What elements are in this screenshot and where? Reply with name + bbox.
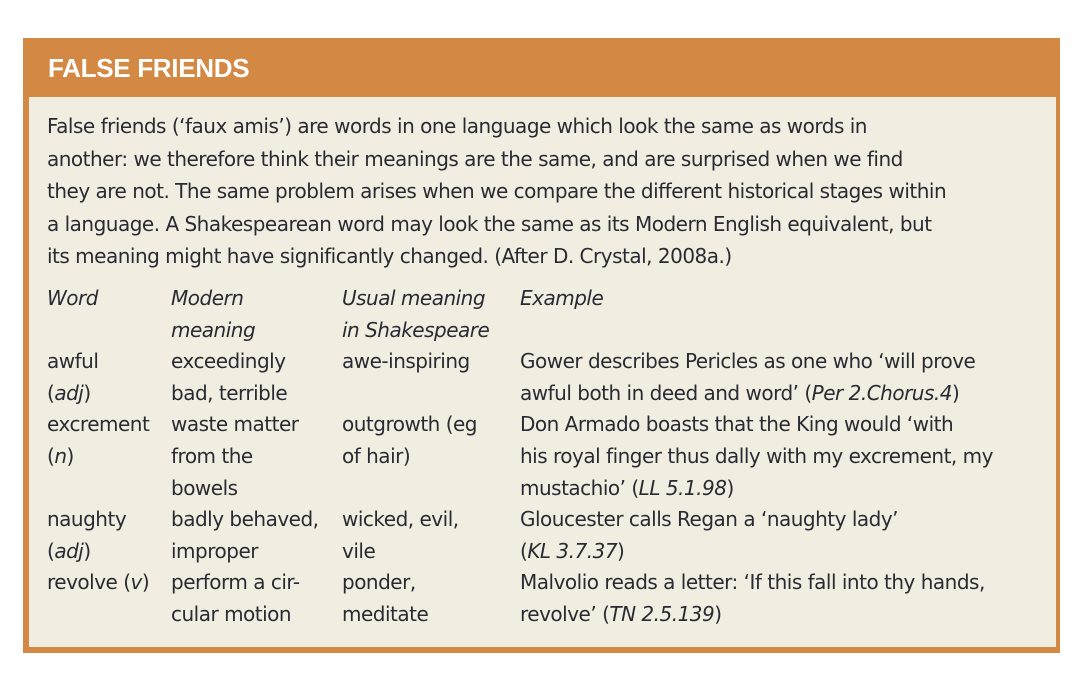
- word-term: naughty: [47, 507, 127, 532]
- cell-shakespeare-meaning: awe-inspiring: [342, 346, 520, 409]
- play-reference: TN 2.5.139: [609, 601, 715, 626]
- part-of-speech-abbrev: n: [54, 443, 67, 468]
- modern-meaning-line: improper: [171, 538, 258, 563]
- cell-word: naughty (adj): [47, 504, 171, 567]
- shakespeare-meaning-line: ponder,: [342, 570, 416, 595]
- example-line: Gloucester calls Regan a ‘naughty lady’: [520, 507, 899, 532]
- word-term: awful: [47, 349, 99, 374]
- header-usual-meaning: Usual meaning in Shakespeare: [342, 286, 490, 342]
- example-line: mustachio’ (LL 5.1.98): [520, 475, 734, 500]
- shakespeare-meaning-line: awe-inspiring: [342, 349, 470, 374]
- cell-word: revolve (v): [47, 567, 171, 630]
- table-row: naughty (adj) badly behaved, improper wicked…: [47, 504, 1057, 567]
- intro-line: False friends (‘faux amis’) are words in…: [47, 114, 867, 138]
- example-line: his royal finger thus dally with my excr…: [520, 443, 993, 468]
- cell-shakespeare-meaning: wicked, evil, vile: [342, 504, 520, 567]
- modern-meaning-line: perform a cir-: [171, 570, 300, 595]
- intro-line: a language. A Shakespearean word may loo…: [47, 211, 932, 236]
- header-example: Example: [520, 286, 604, 310]
- example-line: (KL 3.7.37): [520, 538, 625, 563]
- intro-paragraph: False friends (‘faux amis’) are words in…: [47, 110, 1057, 273]
- cell-modern-meaning: perform a cir-cular motion: [171, 567, 342, 630]
- word-term: excrement: [47, 412, 150, 437]
- play-reference: LL 5.1.98: [638, 475, 727, 500]
- example-line: revolve’ (TN 2.5.139): [520, 601, 722, 626]
- intro-line: another: we therefore think their meanin…: [47, 146, 903, 171]
- false-friends-panel: FALSE FRIENDS False friends (‘faux amis’…: [23, 38, 1060, 653]
- modern-meaning-line: cular motion: [171, 601, 292, 626]
- cell-modern-meaning: badly behaved, improper: [171, 504, 342, 567]
- cell-word: awful (adj): [47, 346, 171, 409]
- part-of-speech: (adj): [47, 380, 91, 405]
- table-body: awful (adj) exceedingly bad, terrible awe-in…: [47, 346, 1057, 630]
- panel-body: False friends (‘faux amis’) are words in…: [29, 97, 1056, 647]
- header-modern-meaning: Modern meaning: [171, 286, 256, 342]
- example-line: Malvolio reads a letter: ‘If this fall i…: [520, 570, 985, 595]
- cell-shakespeare-meaning: outgrowth (eg of hair): [342, 409, 520, 504]
- intro-line: they are not. The same problem arises wh…: [47, 179, 947, 204]
- shakespeare-meaning-line: vile: [342, 538, 376, 563]
- modern-meaning-line: exceedingly: [171, 349, 286, 374]
- part-of-speech-abbrev: v: [130, 570, 143, 595]
- cell-example: Don Armado boasts that the King would ‘w…: [520, 409, 1057, 504]
- shakespeare-meaning-line: meditate: [342, 601, 429, 626]
- part-of-speech: (adj): [47, 538, 91, 563]
- table-header-row: Word Modern meaning Usual meaning in Sha…: [47, 283, 1057, 346]
- modern-meaning-line: waste matter: [171, 412, 299, 437]
- cell-word: excrement (n): [47, 409, 171, 504]
- cell-modern-meaning: exceedingly bad, terrible: [171, 346, 342, 409]
- cell-example: Gower describes Pericles as one who ‘wil…: [520, 346, 1057, 409]
- table-row: revolve (v) perform a cir-cular motion pon…: [47, 567, 1057, 630]
- false-friends-table: Word Modern meaning Usual meaning in Sha…: [47, 283, 1057, 631]
- modern-meaning-line: bad, terrible: [171, 380, 288, 405]
- table-row: excrement (n) waste matter from the bowels ou…: [47, 409, 1057, 504]
- header-word: Word: [47, 286, 98, 310]
- intro-line: its meaning might have significantly cha…: [47, 244, 732, 269]
- play-reference: Per 2.Chorus.4: [811, 380, 953, 405]
- example-line: awful both in deed and word’ (Per 2.Chor…: [520, 380, 960, 405]
- part-of-speech-abbrev: adj: [54, 538, 84, 563]
- cell-example: Gloucester calls Regan a ‘naughty lady’ (…: [520, 504, 1057, 567]
- shakespeare-meaning-line: wicked, evil,: [342, 507, 459, 532]
- modern-meaning-line: bowels: [171, 475, 238, 500]
- shakespeare-meaning-line: outgrowth (eg: [342, 412, 478, 437]
- panel-title: FALSE FRIENDS: [48, 53, 250, 83]
- word-term: revolve: [47, 570, 118, 595]
- part-of-speech-abbrev: adj: [54, 380, 84, 405]
- example-line: Don Armado boasts that the King would ‘w…: [520, 412, 954, 437]
- play-reference: KL 3.7.37: [527, 538, 618, 563]
- modern-meaning-line: from the: [171, 443, 253, 468]
- cell-shakespeare-meaning: ponder, meditate: [342, 567, 520, 630]
- table-row: awful (adj) exceedingly bad, terrible awe-in…: [47, 346, 1057, 409]
- cell-example: Malvolio reads a letter: ‘If this fall i…: [520, 567, 1057, 630]
- example-line: Gower describes Pericles as one who ‘wil…: [520, 349, 976, 374]
- part-of-speech: (n): [47, 443, 74, 468]
- modern-meaning-line: badly behaved,: [171, 507, 319, 532]
- cell-modern-meaning: waste matter from the bowels: [171, 409, 342, 504]
- shakespeare-meaning-line: of hair): [342, 443, 411, 468]
- part-of-speech: (v): [123, 570, 150, 595]
